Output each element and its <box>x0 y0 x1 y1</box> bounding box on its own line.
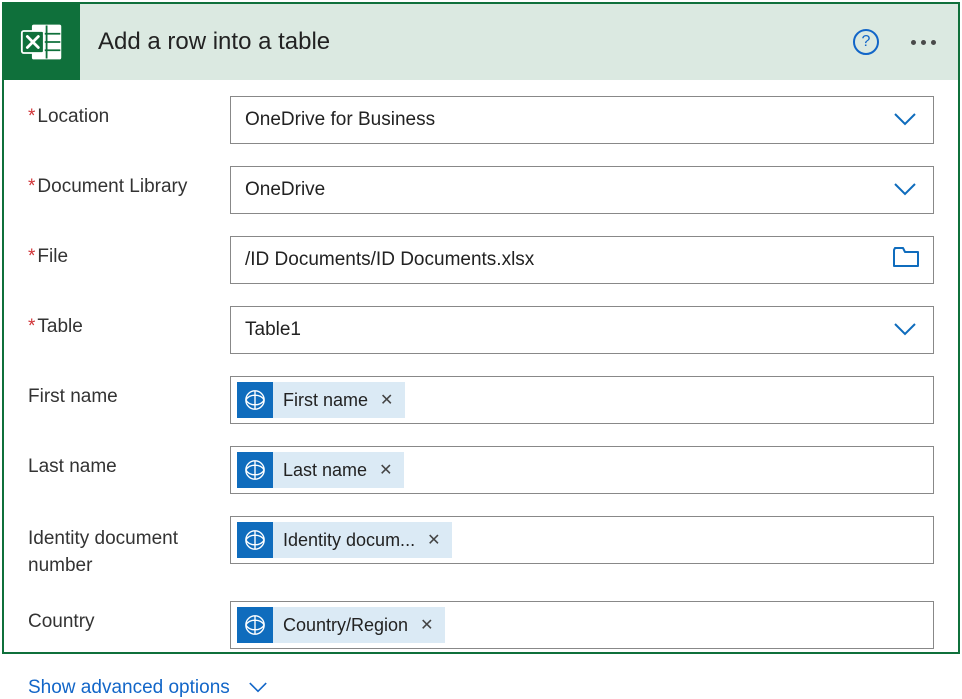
token-label: First name <box>283 390 368 411</box>
folder-icon[interactable] <box>893 246 919 274</box>
token-firstname[interactable]: First name ✕ <box>237 382 405 418</box>
library-select[interactable]: OneDrive <box>230 166 934 214</box>
show-advanced-toggle[interactable]: Show advanced options <box>4 671 958 699</box>
token-lastname[interactable]: Last name ✕ <box>237 452 404 488</box>
more-icon[interactable] <box>907 36 940 49</box>
ai-builder-icon <box>237 382 273 418</box>
token-label: Last name <box>283 460 367 481</box>
help-icon[interactable]: ? <box>853 29 879 55</box>
card-header: Add a row into a table ? <box>4 4 958 80</box>
close-icon[interactable]: ✕ <box>377 458 394 482</box>
token-label: Identity docum... <box>283 530 415 551</box>
iddoc-input[interactable]: Identity docum... ✕ <box>230 516 934 564</box>
card-title: Add a row into a table <box>98 28 330 56</box>
ai-builder-icon <box>237 607 273 643</box>
chevron-down-icon <box>891 110 919 130</box>
advanced-label: Show advanced options <box>28 677 230 699</box>
file-value: /ID Documents/ID Documents.xlsx <box>245 249 893 271</box>
lastname-input[interactable]: Last name ✕ <box>230 446 934 494</box>
label-location: *Location <box>28 96 230 128</box>
file-input[interactable]: /ID Documents/ID Documents.xlsx <box>230 236 934 284</box>
label-table: *Table <box>28 306 230 338</box>
chevron-down-icon <box>891 320 919 340</box>
token-country[interactable]: Country/Region ✕ <box>237 607 445 643</box>
chevron-down-icon <box>244 678 272 698</box>
chevron-down-icon <box>891 180 919 200</box>
label-library: *Document Library <box>28 166 230 198</box>
location-select[interactable]: OneDrive for Business <box>230 96 934 144</box>
close-icon[interactable]: ✕ <box>425 528 442 552</box>
table-select[interactable]: Table1 <box>230 306 934 354</box>
ai-builder-icon <box>237 452 273 488</box>
ai-builder-icon <box>237 522 273 558</box>
close-icon[interactable]: ✕ <box>378 388 395 412</box>
excel-icon <box>4 4 80 80</box>
action-card: Add a row into a table ? *Location OneDr… <box>2 2 960 654</box>
table-value: Table1 <box>245 319 891 341</box>
label-file: *File <box>28 236 230 268</box>
label-lastname: Last name <box>28 446 230 478</box>
token-iddoc[interactable]: Identity docum... ✕ <box>237 522 452 558</box>
country-input[interactable]: Country/Region ✕ <box>230 601 934 649</box>
close-icon[interactable]: ✕ <box>418 613 435 637</box>
label-iddoc: Identity document number <box>28 516 230 579</box>
library-value: OneDrive <box>245 179 891 201</box>
label-firstname: First name <box>28 376 230 408</box>
label-country: Country <box>28 601 230 633</box>
token-label: Country/Region <box>283 615 408 636</box>
location-value: OneDrive for Business <box>245 109 891 131</box>
firstname-input[interactable]: First name ✕ <box>230 376 934 424</box>
